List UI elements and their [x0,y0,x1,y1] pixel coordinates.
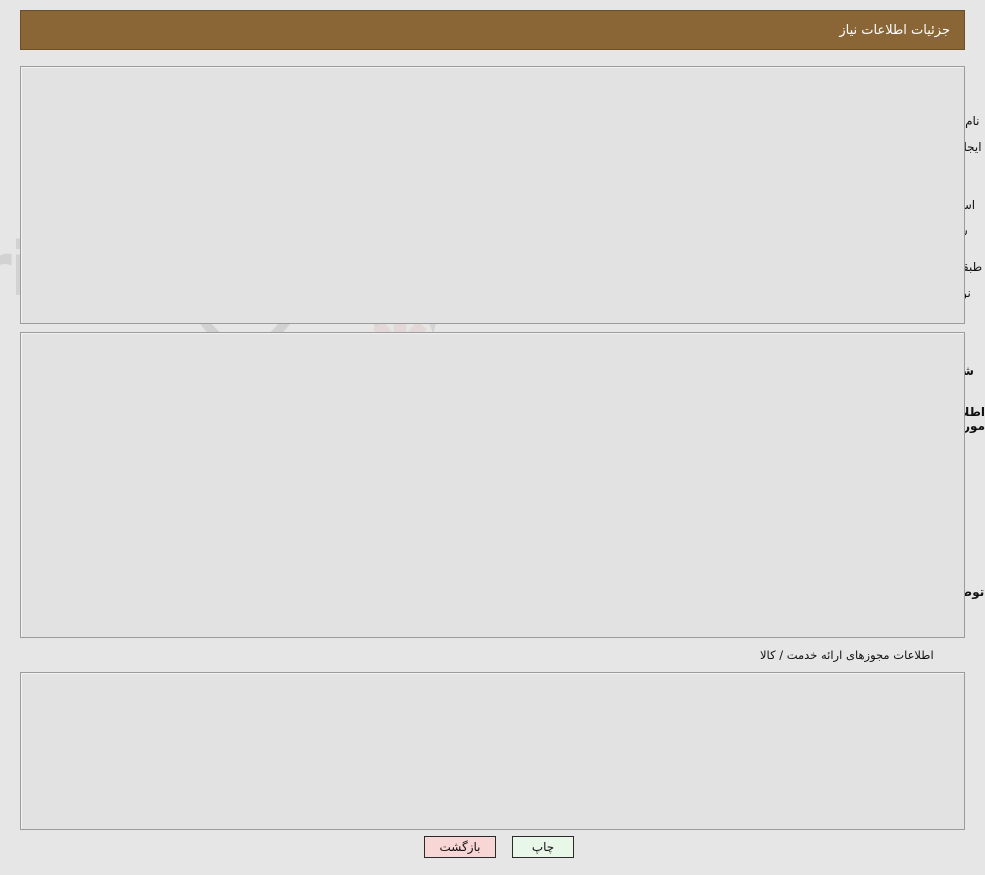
page-header: جزئیات اطلاعات نیاز [20,10,965,50]
permits-panel [20,672,965,830]
page-title: جزئیات اطلاعات نیاز [839,23,950,38]
need-info-panel [20,66,965,324]
back-button[interactable]: بازگشت [424,836,496,858]
need-details-panel [20,332,965,638]
permits-section-title: اطلاعات مجوزهای ارائه خدمت / کالا [760,648,934,662]
page-root: riaTender.net جزئیات اطلاعات نیاز شماره … [0,0,985,875]
print-button[interactable]: چاپ [512,836,574,858]
